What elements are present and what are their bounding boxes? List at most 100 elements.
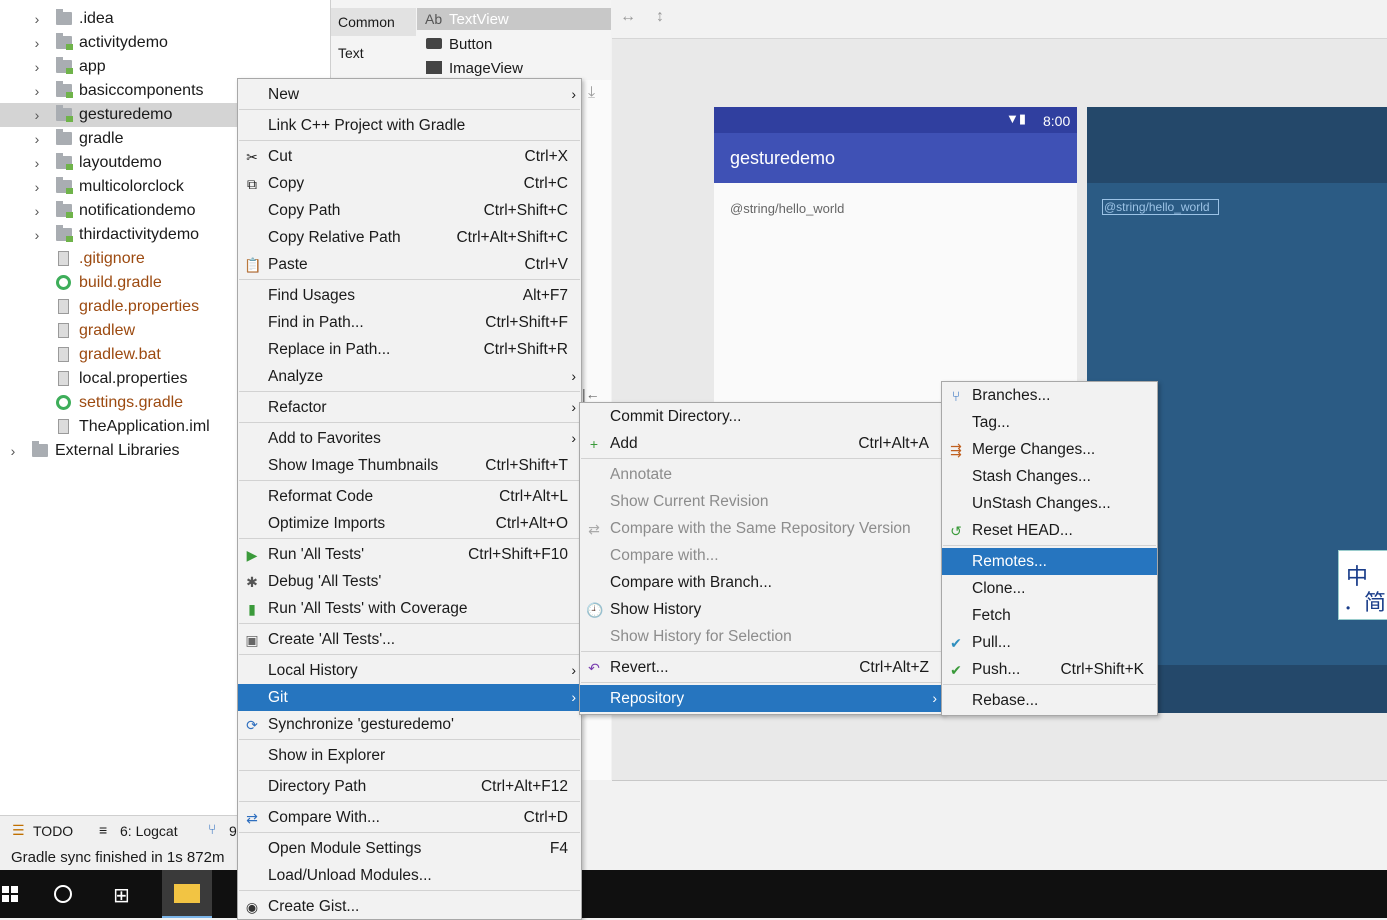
menu-item-add[interactable]: + Add Ctrl+Alt+A [580, 430, 942, 457]
tree-item-label: app [79, 58, 106, 75]
menu-item-run-all-tests[interactable]: ▶ Run 'All Tests' Ctrl+Shift+F10 [238, 541, 581, 568]
menu-item-stash-changes[interactable]: Stash Changes... [942, 463, 1157, 490]
menu-item-unstash-changes[interactable]: UnStash Changes... [942, 490, 1157, 517]
blueprint-hello-text[interactable]: @string/hello_world [1102, 199, 1219, 215]
menu-item-label: Add [610, 435, 638, 452]
cortana-icon[interactable] [54, 885, 72, 903]
resize-vertical-icon[interactable]: ↕ [656, 8, 664, 26]
logcat-tab[interactable]: 6: Logcat [120, 823, 178, 839]
file-explorer-taskbar-button[interactable] [162, 870, 212, 918]
expand-arrow-icon[interactable]: › [30, 175, 44, 199]
menu-item-find-in-path[interactable]: Find in Path... Ctrl+Shift+F [238, 309, 581, 336]
expand-arrow-icon[interactable]: › [30, 223, 44, 247]
menu-item-pull[interactable]: ✔ Pull... [942, 629, 1157, 656]
todo-tab[interactable]: TODO [33, 823, 73, 839]
menu-item-local-history[interactable]: Local History › [238, 657, 581, 684]
menu-item-copy[interactable]: ⧉ Copy Ctrl+C [238, 170, 581, 197]
menu-item-new[interactable]: New › [238, 81, 581, 108]
menu-item-find-usages[interactable]: Find Usages Alt+F7 [238, 282, 581, 309]
menu-item-cut[interactable]: ✂ Cut Ctrl+X [238, 143, 581, 170]
menu-item-clone[interactable]: Clone... [942, 575, 1157, 602]
windows-start-icon[interactable] [2, 886, 18, 902]
expand-arrow-icon[interactable]: › [30, 127, 44, 151]
menu-item-shortcut: Ctrl+Shift+F10 [468, 546, 568, 563]
menu-item-refactor[interactable]: Refactor › [238, 394, 581, 421]
menu-item-paste[interactable]: 📋 Paste Ctrl+V [238, 251, 581, 278]
menu-item-reset-head[interactable]: ↺ Reset HEAD... [942, 517, 1157, 544]
menu-item-directory-path[interactable]: Directory Path Ctrl+Alt+F12 [238, 773, 581, 800]
menu-item-create-all-tests[interactable]: ▣ Create 'All Tests'... [238, 626, 581, 653]
menu-item-load-unload-modules[interactable]: Load/Unload Modules... [238, 862, 581, 889]
expand-arrow-icon[interactable]: › [30, 7, 44, 31]
menu-item-synchronize-gesturedemo[interactable]: ⟳ Synchronize 'gesturedemo' [238, 711, 581, 738]
menu-item-optimize-imports[interactable]: Optimize Imports Ctrl+Alt+O [238, 510, 581, 537]
menu-item-revert[interactable]: ↶ Revert... Ctrl+Alt+Z [580, 654, 942, 681]
textview-icon: Ab [425, 11, 443, 27]
expand-arrow-icon[interactable]: › [30, 151, 44, 175]
github-icon: ◉ [245, 899, 259, 915]
menu-item-merge-changes[interactable]: ⇶ Merge Changes... [942, 436, 1157, 463]
tree-item-label: .gitignore [79, 250, 145, 267]
download-icon[interactable]: ⤓ [588, 84, 595, 102]
palette-widget-imageview[interactable]: ImageView [417, 57, 611, 79]
palette-widget-textview[interactable]: Ab TextView [417, 8, 611, 30]
version-control-tab[interactable]: 9 [229, 823, 237, 839]
menu-item-open-module-settings[interactable]: Open Module Settings F4 [238, 835, 581, 862]
menu-item-analyze[interactable]: Analyze › [238, 363, 581, 390]
menu-separator [239, 890, 580, 891]
task-view-icon[interactable]: ⊞ [113, 883, 130, 908]
menu-item-add-to-favorites[interactable]: Add to Favorites › [238, 425, 581, 452]
palette-group-common[interactable]: Common [331, 8, 416, 36]
app-title: gesturedemo [730, 148, 836, 168]
menu-item-tag[interactable]: Tag... [942, 409, 1157, 436]
menu-item-label: Clone... [972, 580, 1026, 597]
resize-horizontal-icon[interactable]: ↔ [620, 8, 636, 26]
wifi-battery-icon: ▼▮ [1006, 111, 1027, 126]
menu-item-compare-with[interactable]: ⇄ Compare With... Ctrl+D [238, 804, 581, 831]
menu-item-push[interactable]: ✔ Push... Ctrl+Shift+K [942, 656, 1157, 683]
expand-arrow-icon[interactable]: › [30, 55, 44, 79]
expand-arrow-icon[interactable]: › [30, 103, 44, 127]
menu-item-copy-relative-path[interactable]: Copy Relative Path Ctrl+Alt+Shift+C [238, 224, 581, 251]
menu-item-show-history-for-selection: Show History for Selection [580, 623, 942, 650]
menu-item-label: Git [268, 689, 288, 706]
menu-item-run-all-tests-with-coverage[interactable]: ▮ Run 'All Tests' with Coverage [238, 595, 581, 622]
menu-item-create-gist[interactable]: ◉ Create Gist... [238, 893, 581, 920]
menu-item-label: New [268, 86, 300, 103]
expand-arrow-icon[interactable]: › [30, 31, 44, 55]
palette-widget-button[interactable]: Button [417, 33, 611, 55]
menu-item-branches[interactable]: ⑂ Branches... [942, 382, 1157, 409]
menu-item-label: Reformat Code [268, 488, 374, 505]
tree-item-app[interactable]: › app [0, 55, 330, 79]
menu-item-rebase[interactable]: Rebase... [942, 687, 1157, 714]
menu-item-copy-path[interactable]: Copy Path Ctrl+Shift+C [238, 197, 581, 224]
menu-separator [943, 545, 1156, 546]
menu-item-show-history[interactable]: 🕘 Show History [580, 596, 942, 623]
menu-item-repository[interactable]: Repository › [580, 685, 942, 712]
expand-arrow-icon[interactable]: › [30, 199, 44, 223]
expand-arrow-icon[interactable]: › [30, 79, 44, 103]
menu-item-link-c-project-with-gradle[interactable]: Link C++ Project with Gradle [238, 112, 581, 139]
menu-item-remotes[interactable]: Remotes... [942, 548, 1157, 575]
todo-icon: ☰ [12, 822, 25, 838]
menu-item-replace-in-path[interactable]: Replace in Path... Ctrl+Shift+R [238, 336, 581, 363]
menu-item-show-image-thumbnails[interactable]: Show Image Thumbnails Ctrl+Shift+T [238, 452, 581, 479]
file-icon [58, 299, 69, 314]
menu-item-debug-all-tests[interactable]: ✱ Debug 'All Tests' [238, 568, 581, 595]
palette-group-text[interactable]: Text [331, 36, 416, 64]
menu-item-compare-with-branch[interactable]: Compare with Branch... [580, 569, 942, 596]
panel-collapse-icon[interactable]: |← [582, 386, 600, 402]
tree-item-activitydemo[interactable]: › activitydemo [0, 31, 330, 55]
menu-item-fetch[interactable]: Fetch [942, 602, 1157, 629]
menu-item-commit-directory[interactable]: Commit Directory... [580, 403, 942, 430]
palette-group-label: Text [338, 45, 364, 61]
menu-item-reformat-code[interactable]: Reformat Code Ctrl+Alt+L [238, 483, 581, 510]
hello-world-text[interactable]: @string/hello_world [730, 201, 844, 216]
menu-item-git[interactable]: Git › [238, 684, 581, 711]
paste-icon: 📋 [244, 257, 262, 273]
menu-item-label: Copy Relative Path [268, 229, 401, 246]
menu-item-show-in-explorer[interactable]: Show in Explorer [238, 742, 581, 769]
tree-item-idea[interactable]: › .idea [0, 7, 330, 31]
expand-arrow-icon[interactable]: › [6, 439, 20, 463]
ime-indicator[interactable]: 中 • 简 [1338, 550, 1387, 620]
